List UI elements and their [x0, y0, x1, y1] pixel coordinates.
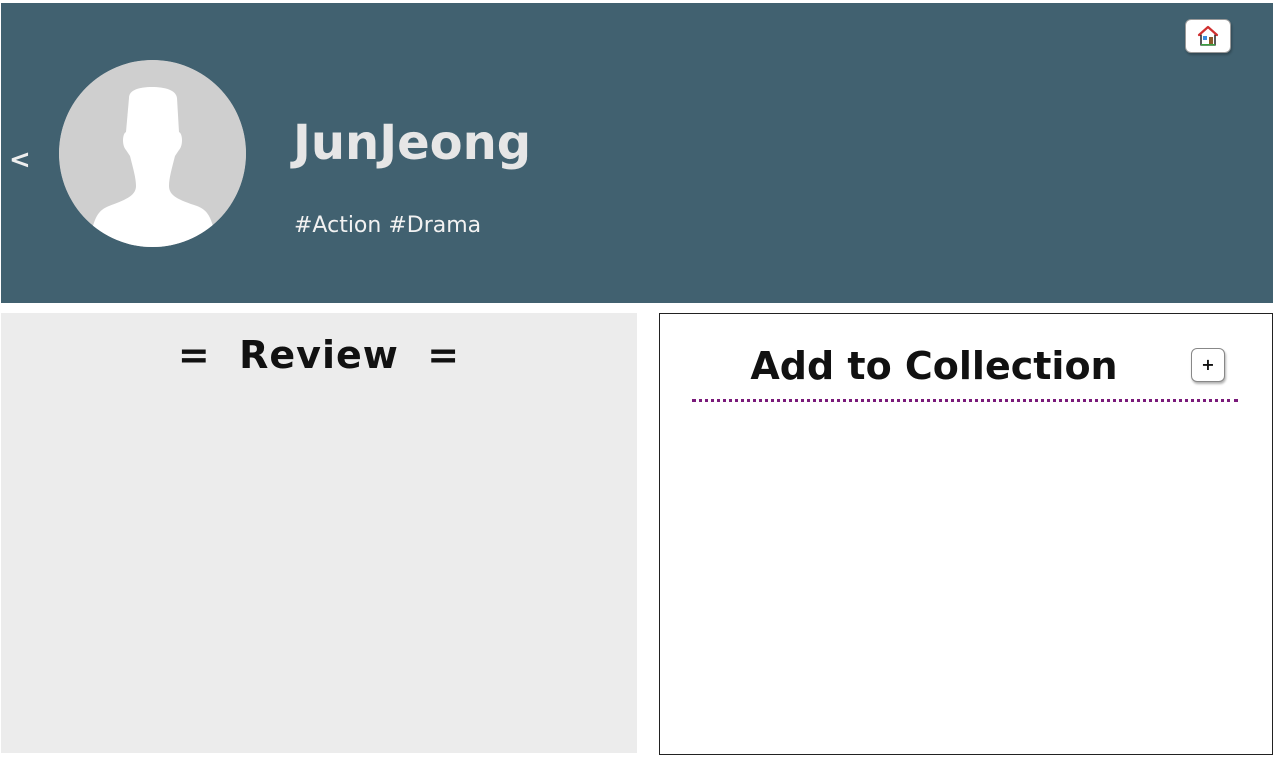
house-icon: [1197, 25, 1219, 46]
profile-username: JunJeong: [293, 115, 532, 171]
review-panel: = Review =: [1, 313, 637, 753]
profile-header: < JunJeong #Action #Drama: [1, 3, 1273, 303]
genre-tags: #Action #Drama: [294, 213, 482, 238]
add-collection-button[interactable]: +: [1191, 348, 1225, 382]
collection-title: Add to Collection: [750, 344, 1118, 388]
home-button[interactable]: [1185, 19, 1231, 53]
collection-divider: [692, 399, 1238, 402]
review-title: = Review =: [177, 333, 461, 377]
avatar: [59, 60, 246, 247]
collection-panel: Add to Collection +: [659, 313, 1273, 755]
back-button[interactable]: <: [9, 145, 31, 175]
user-silhouette-icon: [59, 60, 246, 247]
